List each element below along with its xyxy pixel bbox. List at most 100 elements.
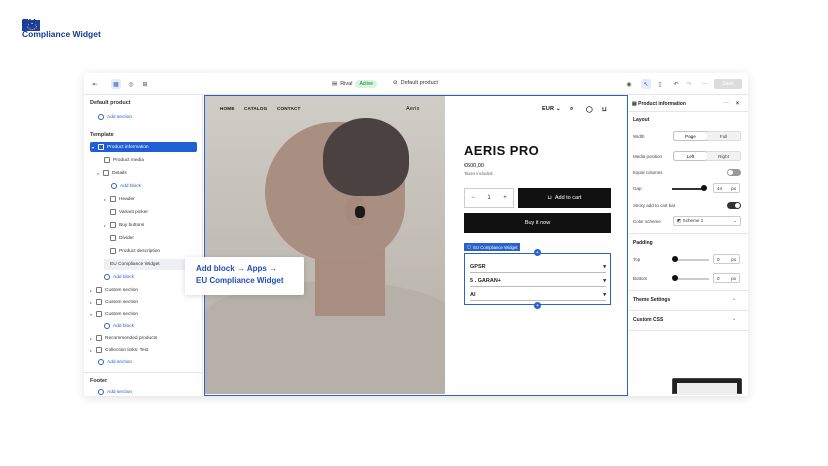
gap-slider[interactable]	[672, 188, 705, 190]
media-position-toggle[interactable]: Left Right	[673, 151, 741, 161]
chevron-down-icon: ▾	[603, 264, 606, 270]
sidebar-item-product-media[interactable]: Product media	[104, 155, 144, 165]
color-scheme-select[interactable]: ◩ Scheme 1 ⌄	[673, 216, 741, 226]
plus-icon[interactable]: +	[503, 195, 507, 201]
sidebar-item-label: EU Compliance Widget	[110, 262, 160, 267]
more-icon[interactable]: ···	[700, 79, 710, 89]
sidebar-item-custom-section[interactable]: ▾ Custom section	[90, 309, 138, 319]
gap-input[interactable]: 44 px	[713, 183, 740, 193]
widget-row-gpsr[interactable]: GPSR ▾	[470, 262, 606, 273]
bottom-padding-handle[interactable]	[672, 275, 678, 281]
buy-now-button[interactable]: Buy it now	[464, 213, 611, 233]
sidebar-item-label: Collection links: Text	[105, 347, 149, 353]
apps-icon[interactable]: ⊞	[140, 79, 150, 89]
minus-icon[interactable]: −	[471, 195, 475, 201]
sidebar-item-collection-links[interactable]: ▸ Collection links: Text	[90, 345, 148, 355]
sidebar-item-variant-picker[interactable]: Variant picker	[110, 207, 148, 217]
width-toggle[interactable]: Page Full	[673, 131, 741, 141]
theme-settings-row[interactable]: Theme Settings	[633, 297, 670, 303]
add-section-label: Add section	[107, 114, 133, 120]
gap-unit: px	[731, 185, 736, 191]
chevron-down-icon: ⌄	[732, 296, 737, 302]
sections-icon[interactable]: ▦	[111, 79, 121, 89]
color-scheme-value: Scheme 1	[682, 218, 704, 223]
width-option-full[interactable]: Full	[707, 132, 740, 140]
undo-icon[interactable]: ↶	[671, 79, 681, 89]
quantity-stepper[interactable]: − 1 +	[464, 188, 514, 208]
more-icon[interactable]: ···	[723, 100, 729, 106]
add-section-button[interactable]: Add section	[98, 357, 132, 367]
sidebar-item-details[interactable]: ▾ Details	[97, 168, 127, 178]
page-selector[interactable]: ⊘ Default product	[393, 80, 438, 86]
add-block-label: Add block	[113, 274, 135, 280]
sidebar-item-product-information[interactable]: ▾ Product information	[90, 142, 197, 152]
divider-icon	[110, 235, 116, 241]
top-padding-input[interactable]: 0 px	[713, 254, 740, 264]
page-title: Default product	[90, 100, 131, 106]
custom-css-row[interactable]: Custom CSS	[633, 317, 663, 323]
earbud-shape	[355, 206, 365, 218]
sidebar-item-header[interactable]: ▸ Header	[104, 194, 135, 204]
sidebar-item-product-description[interactable]: Product description	[110, 246, 160, 256]
equal-columns-toggle[interactable]	[727, 169, 741, 176]
widget-row-warranty[interactable]: 5 . GARAN+ ▾	[470, 276, 606, 287]
inspector-icon[interactable]: ◉	[624, 79, 634, 89]
currency-selector[interactable]: EUR ⌄	[542, 106, 561, 112]
store-logo[interactable]: Aeris	[406, 106, 420, 112]
sticky-cart-label: Sticky add to cart bar	[633, 203, 676, 208]
redo-icon[interactable]: ↷	[684, 79, 694, 89]
cart-icon[interactable]: ⊔	[602, 106, 607, 113]
sidebar-item-custom-section[interactable]: ▸ Custom section	[90, 285, 138, 295]
equal-columns-label: Equal columns	[633, 170, 663, 175]
theme-settings-icon[interactable]: ◎	[126, 79, 136, 89]
add-section-button[interactable]: Add section	[98, 387, 132, 396]
top-padding-handle[interactable]	[672, 256, 678, 262]
gap-slider-handle[interactable]	[701, 185, 708, 191]
bottom-padding-slider[interactable]	[675, 278, 709, 280]
add-block-button[interactable]: Add block	[111, 181, 141, 191]
theme-selector[interactable]: ▤ Rival Active	[332, 80, 378, 88]
sidebar-item-custom-section[interactable]: ▸ Custom section	[90, 297, 138, 307]
media-option-left[interactable]: Left	[674, 152, 707, 160]
widget-row-ai[interactable]: AI ▾	[470, 290, 606, 301]
theme-editor-window: ⇤ ▦ ◎ ⊞ ▤ Rival Active ⊘ Default product…	[84, 73, 748, 396]
nav-home[interactable]: HOME	[220, 106, 235, 111]
plus-icon	[104, 323, 110, 329]
sidebar-item-buy-buttons[interactable]: ▸ Buy buttons	[104, 220, 144, 230]
add-to-cart-button[interactable]: ⊔ Add to cart	[518, 188, 611, 208]
sidebar-item-label: Variant picker	[119, 209, 148, 215]
sidebar-item-label: Recommended products	[105, 335, 158, 341]
search-icon[interactable]: ⌕	[570, 106, 574, 113]
desktop-view-icon[interactable]: ↖	[641, 79, 651, 89]
account-icon[interactable]: ◯	[586, 106, 593, 113]
sticky-cart-toggle[interactable]	[727, 202, 741, 209]
color-scheme-label: Color scheme	[633, 219, 661, 224]
mobile-view-icon[interactable]: ▯	[655, 79, 665, 89]
insert-block-handle[interactable]: +	[534, 302, 541, 309]
bottom-padding-input[interactable]: 0 px	[713, 273, 740, 283]
sidebar-item-divider[interactable]: Divider	[110, 233, 134, 243]
settings-panel: ▤ Product information ··· ✕ Layout Width…	[629, 95, 748, 396]
sidebar-item-recommended-products[interactable]: ▸ Recommended products	[90, 333, 157, 343]
add-block-button[interactable]: Add block	[104, 272, 134, 282]
panel-divider	[629, 233, 748, 234]
sidebar-item-label: Divider	[119, 235, 134, 241]
sidebar-item-eu-compliance-widget[interactable]: EU Compliance Widget	[104, 259, 197, 270]
nav-contact[interactable]: CONTACT	[277, 106, 301, 111]
save-button[interactable]: Save	[714, 79, 742, 89]
add-block-button[interactable]: Add block	[104, 321, 134, 331]
top-padding-slider[interactable]	[675, 259, 709, 261]
nav-catalog[interactable]: CATALOG	[244, 106, 267, 111]
widget-block-label: ▢ EU Compliance Widget	[464, 243, 521, 251]
add-section-label: Add section	[107, 389, 133, 395]
media-option-right[interactable]: Right	[707, 152, 740, 160]
currency-label: EUR	[542, 106, 555, 112]
add-to-cart-label: Add to cart	[554, 195, 582, 201]
exit-icon[interactable]: ⇤	[90, 79, 100, 89]
close-icon[interactable]: ✕	[735, 100, 740, 107]
block-icon: ▢	[467, 244, 472, 249]
width-option-page[interactable]: Page	[674, 132, 707, 140]
layout-heading: Layout	[633, 117, 650, 123]
add-section-button[interactable]: Add section	[98, 112, 132, 122]
gap-value: 44	[717, 185, 723, 191]
